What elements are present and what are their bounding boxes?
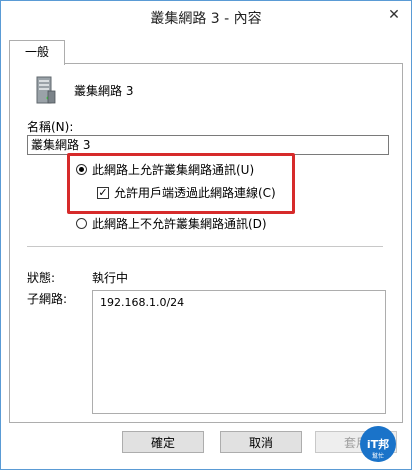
- name-label: 名稱(N):: [27, 120, 74, 134]
- radio-selected-icon: [76, 164, 87, 175]
- name-input[interactable]: 叢集網路 3: [27, 135, 389, 155]
- server-icon: [36, 76, 56, 104]
- window-title: 叢集網路 3 - 內容: [150, 11, 262, 27]
- network-name-heading: 叢集網路 3: [74, 84, 134, 98]
- general-panel: 叢集網路 3 名稱(N): 叢集網路 3 此網路上允許叢集網路通訊(U) ✓ 允…: [9, 63, 403, 423]
- svg-text:幫忙: 幫忙: [372, 452, 384, 460]
- tab-general[interactable]: 一般: [9, 40, 65, 65]
- checkmark-icon: ✓: [97, 185, 109, 199]
- ithome-logo: iT邦 幫忙: [360, 426, 396, 462]
- subnet-item: 192.168.1.0/24: [100, 296, 185, 309]
- subnet-label: 子網路:: [27, 292, 68, 306]
- svg-text:iT邦: iT邦: [367, 437, 389, 451]
- radio-allow-cluster-label: 此網路上允許叢集網路通訊(U): [92, 163, 255, 177]
- checkbox-allow-clients[interactable]: ✓ 允許用戶端透過此網路連線(C): [97, 184, 276, 201]
- status-label: 狀態:: [27, 271, 56, 285]
- checkbox-allow-clients-label: 允許用戶端透過此網路連線(C): [114, 186, 276, 200]
- radio-disallow-cluster-label: 此網路上不允許叢集網路通訊(D): [92, 217, 267, 231]
- status-value: 執行中: [92, 271, 129, 285]
- divider: [27, 246, 383, 247]
- title-bar: 叢集網路 3 - 內容 ✕: [1, 1, 411, 33]
- tab-strip: 一般: [9, 38, 401, 65]
- radio-allow-cluster[interactable]: 此網路上允許叢集網路通訊(U): [76, 161, 254, 178]
- close-button[interactable]: ✕: [383, 5, 405, 25]
- radio-unselected-icon: [76, 218, 87, 229]
- ok-button[interactable]: 確定: [122, 431, 204, 453]
- radio-disallow-cluster[interactable]: 此網路上不允許叢集網路通訊(D): [76, 215, 267, 232]
- close-icon: ✕: [388, 7, 400, 23]
- subnet-list[interactable]: 192.168.1.0/24: [92, 290, 386, 414]
- cancel-button[interactable]: 取消: [220, 431, 302, 453]
